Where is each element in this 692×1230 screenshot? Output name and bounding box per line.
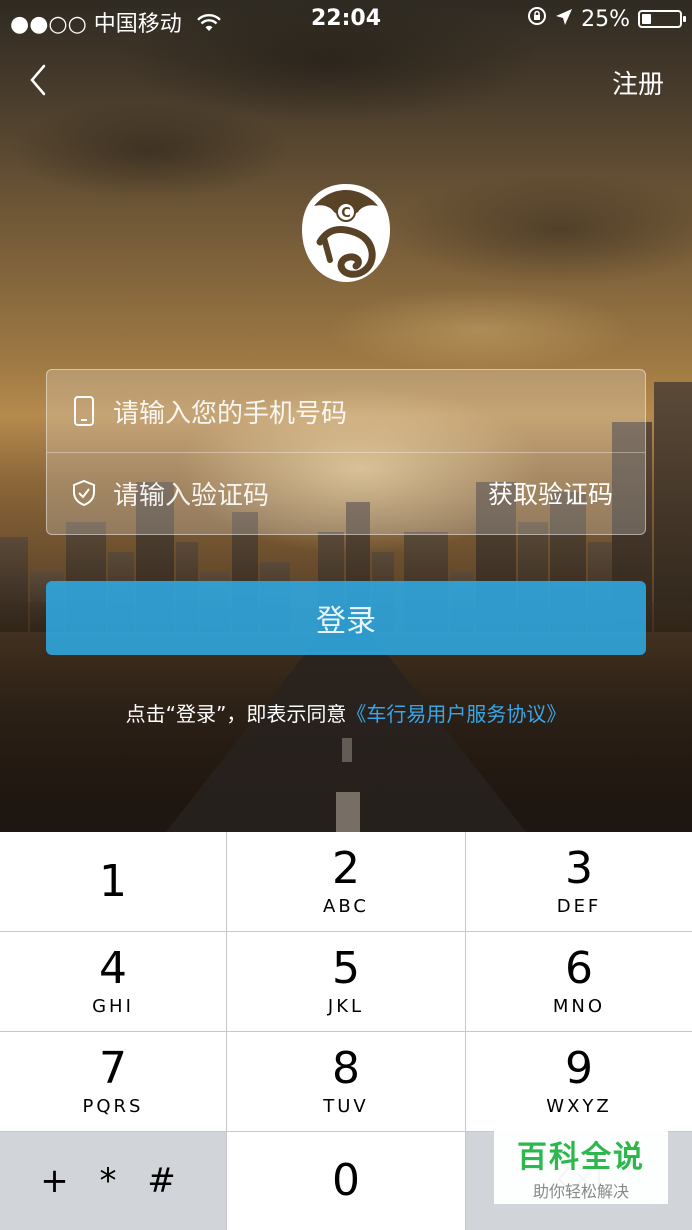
verification-code-field[interactable]: 请输入验证码 获取验证码: [47, 452, 645, 534]
phone-field[interactable]: 请输入您的手机号码: [47, 370, 645, 453]
key-9[interactable]: 9 WXYZ: [466, 1032, 692, 1132]
key-7[interactable]: 7 PQRS: [0, 1032, 227, 1132]
key-digit: 4: [99, 943, 127, 994]
key-4[interactable]: 4 GHI: [0, 932, 227, 1032]
key-letters: DEF: [556, 896, 602, 917]
key-letters: JKL: [327, 996, 365, 1017]
key-digit: 1: [99, 855, 127, 907]
shield-icon: [65, 474, 103, 512]
battery-icon: [638, 10, 686, 28]
back-button[interactable]: [24, 60, 56, 100]
key-2[interactable]: 2 ABC: [227, 832, 466, 932]
key-letters: ABC: [323, 896, 369, 917]
register-link[interactable]: 注册: [612, 64, 664, 101]
agreement-prefix: 点击“登录”，即表示同意: [125, 702, 347, 726]
key-letters: TUV: [323, 1096, 369, 1117]
symbols-key[interactable]: + * #: [0, 1132, 227, 1230]
road-lane-marking: [336, 792, 360, 832]
key-digit: 6: [565, 943, 593, 994]
key-letters: MNO: [552, 996, 606, 1017]
app-logo: C: [300, 180, 392, 286]
login-form: 请输入您的手机号码 请输入验证码 获取验证码: [46, 369, 646, 535]
symbols-label: + * #: [40, 1161, 186, 1201]
login-button[interactable]: 登录: [46, 581, 646, 655]
key-letters: WXYZ: [546, 1096, 612, 1117]
battery-percent: 25%: [581, 6, 630, 32]
code-input-placeholder: 请输入验证码: [113, 480, 270, 511]
phone-icon: [65, 392, 103, 430]
location-arrow-icon: [555, 7, 573, 32]
key-digit: 3: [565, 843, 593, 894]
key-digit: 5: [332, 943, 360, 994]
key-letters: PQRS: [82, 1096, 144, 1117]
watermark-title: 百科全说: [517, 1140, 645, 1175]
key-0[interactable]: 0: [227, 1132, 466, 1230]
agreement-text: 点击“登录”，即表示同意《车行易用户服务协议》: [0, 698, 692, 727]
key-digit: 8: [332, 1043, 360, 1094]
key-letters: GHI: [92, 996, 134, 1017]
key-digit: 7: [99, 1043, 127, 1094]
watermark: 百科全说 助你轻松解决: [494, 1130, 668, 1204]
key-digit: 0: [332, 1155, 360, 1206]
status-bar: ●●○○ 中国移动 22:04 25%: [0, 0, 692, 40]
service-agreement-link[interactable]: 《车行易用户服务协议》: [346, 702, 566, 726]
key-1[interactable]: 1: [0, 832, 227, 932]
key-3[interactable]: 3 DEF: [466, 832, 692, 932]
key-digit: 2: [332, 843, 360, 894]
orientation-lock-icon: [527, 6, 547, 32]
key-5[interactable]: 5 JKL: [227, 932, 466, 1032]
svg-text:C: C: [341, 206, 351, 221]
status-right: 25%: [527, 6, 686, 32]
chevron-left-icon: [30, 64, 46, 96]
key-6[interactable]: 6 MNO: [466, 932, 692, 1032]
road-lane-marking: [342, 738, 352, 762]
phone-input-placeholder: 请输入您的手机号码: [113, 398, 348, 429]
get-code-button[interactable]: 获取验证码: [488, 475, 613, 511]
key-8[interactable]: 8 TUV: [227, 1032, 466, 1132]
watermark-subtitle: 助你轻松解决: [532, 1182, 629, 1201]
key-digit: 9: [565, 1043, 593, 1094]
